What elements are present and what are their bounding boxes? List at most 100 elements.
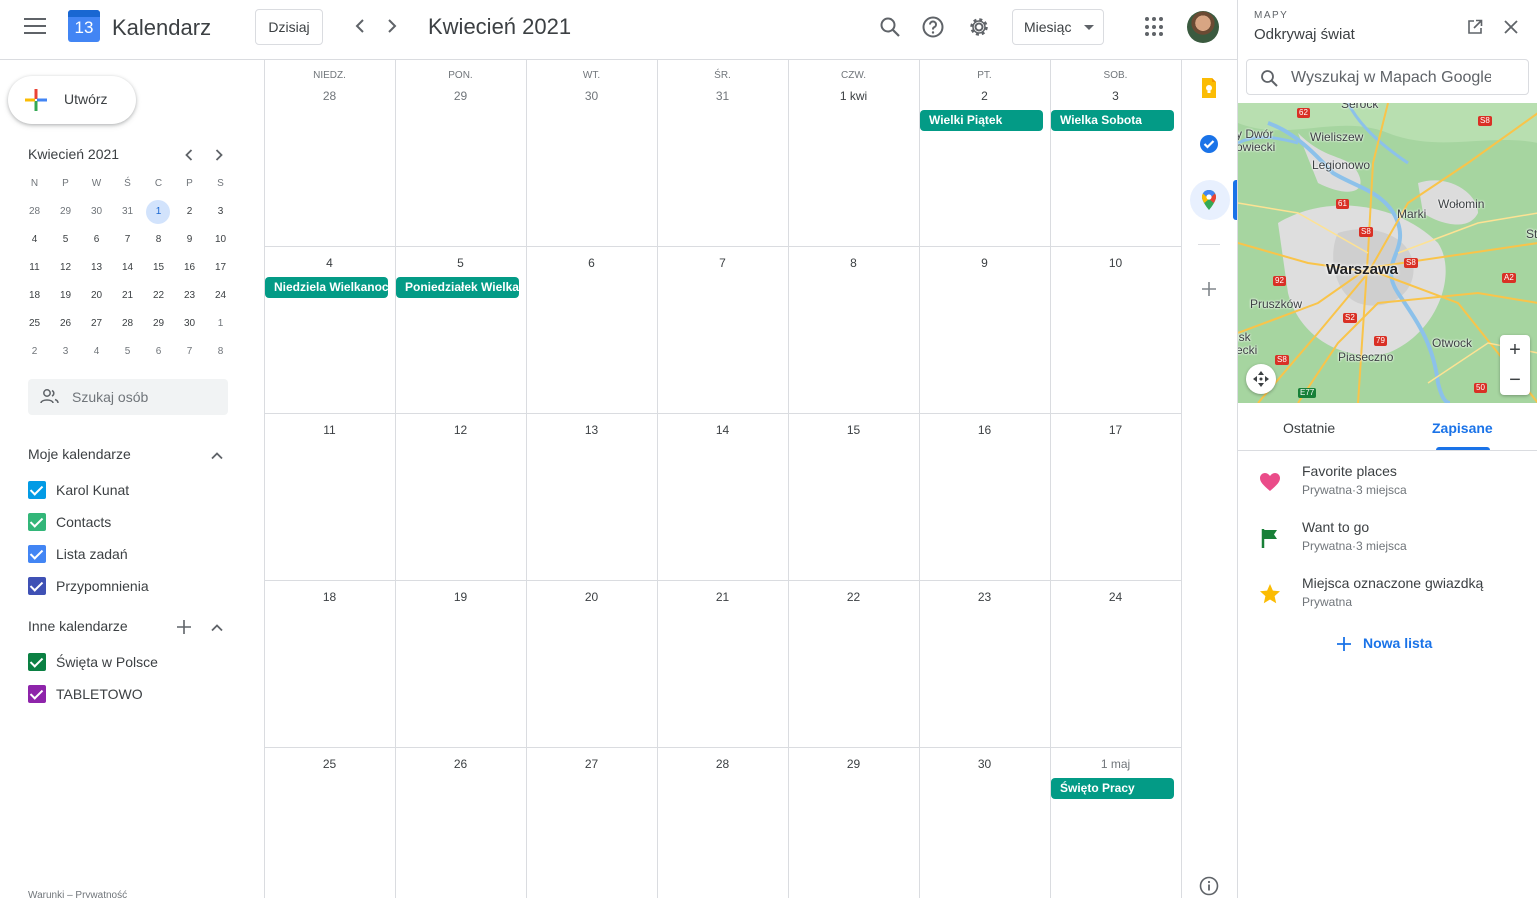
- event-chip[interactable]: Święto Pracy: [1051, 778, 1174, 799]
- zoom-in-button[interactable]: +: [1500, 335, 1530, 365]
- open-in-new-icon[interactable]: [1466, 18, 1484, 36]
- mini-day[interactable]: 22: [143, 282, 174, 310]
- event-chip[interactable]: Niedziela Wielkanocna: [265, 277, 388, 298]
- day-cell[interactable]: [920, 413, 1050, 580]
- calendar-checkbox[interactable]: [28, 577, 46, 595]
- day-number[interactable]: 22: [788, 590, 919, 604]
- day-number[interactable]: 4: [264, 256, 395, 270]
- day-cell[interactable]: [396, 60, 526, 246]
- event-chip[interactable]: Poniedziałek Wielkanocny: [396, 277, 519, 298]
- mini-day[interactable]: 16: [174, 254, 205, 282]
- day-number[interactable]: 1 kwi: [788, 89, 919, 103]
- mini-day[interactable]: 2: [174, 198, 205, 226]
- mini-day[interactable]: 6: [143, 338, 174, 366]
- mini-day[interactable]: 30: [174, 310, 205, 338]
- day-number[interactable]: 30: [526, 89, 657, 103]
- day-cell[interactable]: [265, 60, 395, 246]
- tasks-icon[interactable]: [1197, 132, 1221, 156]
- day-number[interactable]: 2: [919, 89, 1050, 103]
- mini-day[interactable]: 4: [81, 338, 112, 366]
- day-cell[interactable]: [1051, 60, 1181, 246]
- day-number[interactable]: 10: [1050, 256, 1181, 270]
- day-cell[interactable]: [396, 246, 526, 413]
- today-button[interactable]: Dzisiaj: [255, 9, 323, 45]
- calendar-checkbox[interactable]: [28, 545, 46, 563]
- mini-day[interactable]: 29: [143, 310, 174, 338]
- people-search-input[interactable]: Szukaj osób: [28, 379, 228, 415]
- day-number[interactable]: 16: [919, 423, 1050, 437]
- day-number[interactable]: 28: [657, 757, 788, 771]
- day-number[interactable]: 5: [395, 256, 526, 270]
- keep-icon[interactable]: [1197, 76, 1221, 100]
- mini-day[interactable]: 19: [50, 282, 81, 310]
- recenter-button[interactable]: [1246, 364, 1276, 394]
- day-cell[interactable]: [527, 246, 657, 413]
- mini-day[interactable]: 12: [50, 254, 81, 282]
- day-number[interactable]: 30: [919, 757, 1050, 771]
- event-chip[interactable]: Wielka Sobota: [1051, 110, 1174, 131]
- day-number[interactable]: 23: [919, 590, 1050, 604]
- google-apps-icon[interactable]: [1145, 17, 1165, 37]
- mini-day[interactable]: 9: [174, 226, 205, 254]
- zoom-out-button[interactable]: −: [1500, 365, 1530, 395]
- day-number[interactable]: 12: [395, 423, 526, 437]
- day-cell[interactable]: [658, 413, 788, 580]
- day-cell[interactable]: [265, 413, 395, 580]
- day-number[interactable]: 15: [788, 423, 919, 437]
- next-month-button[interactable]: [380, 14, 404, 38]
- mini-day[interactable]: 1: [143, 198, 174, 226]
- calendar-checkbox[interactable]: [28, 685, 46, 703]
- mini-day[interactable]: 11: [19, 254, 50, 282]
- search-button[interactable]: [877, 14, 903, 40]
- my-calendars-header[interactable]: Moje kalendarze: [28, 446, 131, 462]
- info-icon[interactable]: [1197, 874, 1221, 898]
- other-calendars-header[interactable]: Inne kalendarze: [28, 618, 128, 634]
- collapse-chevron-up-icon[interactable]: [209, 448, 225, 464]
- mini-day[interactable]: 27: [81, 310, 112, 338]
- mini-day[interactable]: 4: [19, 226, 50, 254]
- day-number[interactable]: 3: [1050, 89, 1181, 103]
- day-number[interactable]: 14: [657, 423, 788, 437]
- day-cell[interactable]: [658, 246, 788, 413]
- day-number[interactable]: 19: [395, 590, 526, 604]
- footer-links[interactable]: Warunki – Prywatność: [28, 890, 127, 898]
- day-cell[interactable]: [265, 580, 395, 747]
- day-cell[interactable]: [527, 60, 657, 246]
- mini-day[interactable]: 25: [19, 310, 50, 338]
- settings-button[interactable]: [966, 14, 992, 40]
- day-cell[interactable]: [1051, 580, 1181, 747]
- maps-search-field[interactable]: [1246, 59, 1529, 95]
- view-selector[interactable]: Miesiąc: [1012, 9, 1104, 45]
- mini-day[interactable]: 5: [50, 226, 81, 254]
- day-number[interactable]: 31: [657, 89, 788, 103]
- mini-day[interactable]: 23: [174, 282, 205, 310]
- day-number[interactable]: 27: [526, 757, 657, 771]
- day-cell[interactable]: [527, 413, 657, 580]
- day-cell[interactable]: [265, 246, 395, 413]
- day-cell[interactable]: [396, 413, 526, 580]
- maps-icon[interactable]: [1197, 188, 1221, 212]
- calendar-checkbox[interactable]: [28, 653, 46, 671]
- saved-list-favorite-places[interactable]: Favorite places Prywatna·3 miejsca: [1238, 463, 1537, 513]
- day-number[interactable]: 1 maj: [1050, 757, 1181, 771]
- saved-list-starred[interactable]: Miejsca oznaczone gwiazdką Prywatna: [1238, 575, 1537, 625]
- mini-day[interactable]: 8: [205, 338, 236, 366]
- day-number[interactable]: 9: [919, 256, 1050, 270]
- day-number[interactable]: 29: [788, 757, 919, 771]
- day-cell[interactable]: [920, 580, 1050, 747]
- day-cell[interactable]: [789, 413, 919, 580]
- mini-day[interactable]: 29: [50, 198, 81, 226]
- day-cell[interactable]: [658, 60, 788, 246]
- mini-day[interactable]: 5: [112, 338, 143, 366]
- day-number[interactable]: 21: [657, 590, 788, 604]
- day-number[interactable]: 18: [264, 590, 395, 604]
- mini-day[interactable]: 18: [19, 282, 50, 310]
- day-number[interactable]: 7: [657, 256, 788, 270]
- mini-day[interactable]: 7: [174, 338, 205, 366]
- mini-day[interactable]: 14: [112, 254, 143, 282]
- day-cell[interactable]: [789, 246, 919, 413]
- day-number[interactable]: 25: [264, 757, 395, 771]
- day-number[interactable]: 6: [526, 256, 657, 270]
- mini-day[interactable]: 28: [112, 310, 143, 338]
- day-cell[interactable]: [658, 580, 788, 747]
